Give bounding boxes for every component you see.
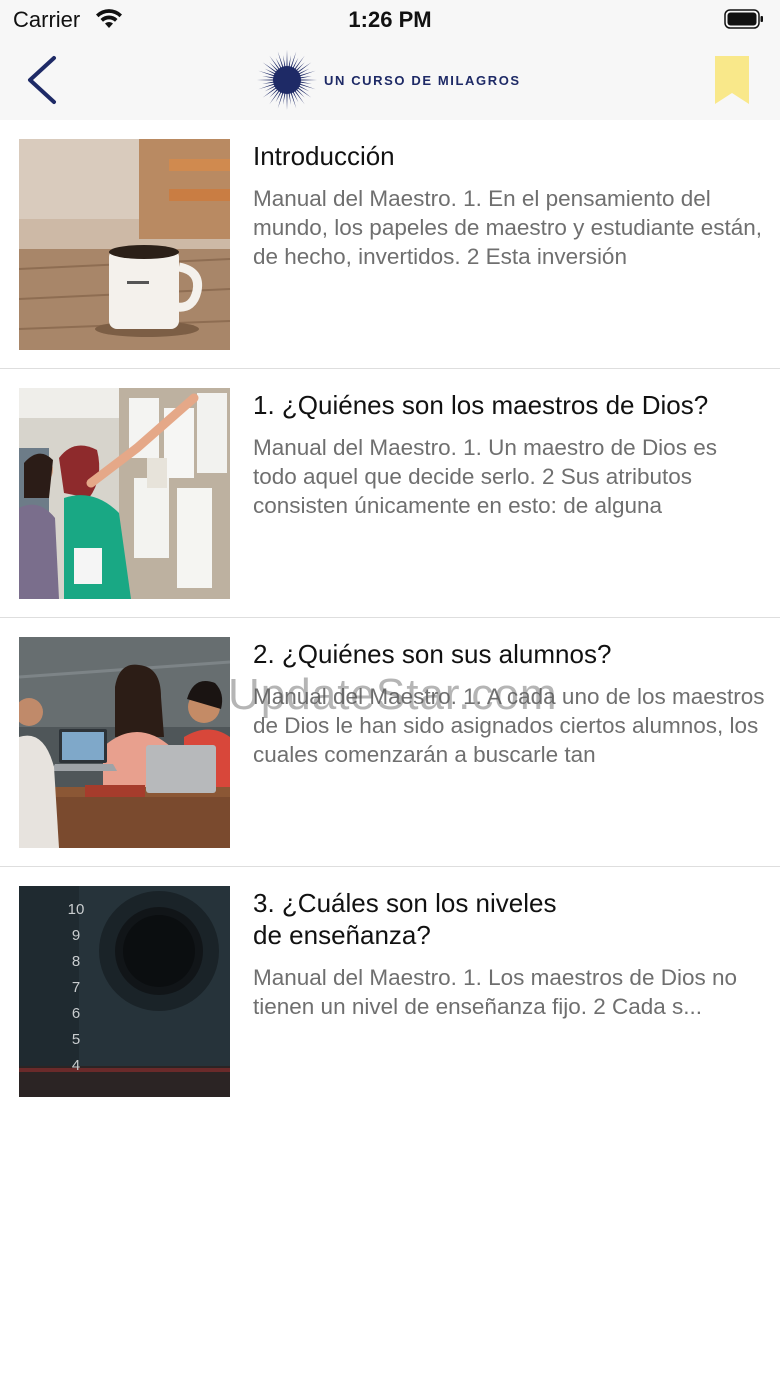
battery-icon [724,9,763,29]
coffee-mug-thumbnail [19,139,230,350]
teacher-pointing-thumbnail [19,388,230,599]
chapter-list: Introducción Manual del Maestro. 1. En e… [0,120,780,1115]
chapter-title: 3. ¿Cuáles son los niveles de enseñanza? [253,887,763,951]
chapter-row[interactable]: 10 9 8 7 6 5 4 3. ¿Cuáles son los niveles de en… [0,867,780,1115]
rotary-dial-thumbnail: 10 9 8 7 6 5 4 [19,886,230,1097]
logo-text: UN CURSO DE MILAGROS [324,72,521,88]
dial-number: 5 [72,1031,80,1048]
bookmark-icon[interactable] [714,55,750,105]
chapter-title: 2. ¿Quiénes son sus alumnos? [253,639,612,669]
chapter-title: Introducción [253,141,395,171]
chapter-title-line: 3. ¿Cuáles son los niveles [253,888,557,918]
chapter-row[interactable]: Introducción Manual del Maestro. 1. En e… [0,120,780,369]
dial-number: 7 [72,979,80,996]
dial-number: 10 [68,901,85,918]
app-logo: UN CURSO DE MILAGROS [256,50,521,110]
clock: 1:26 PM [348,7,432,32]
dial-number: 9 [72,927,80,944]
chapter-row[interactable]: 1. ¿Quiénes son los maestros de Dios? Ma… [0,369,780,618]
status-bar: Carrier 1:26 PM [0,0,780,40]
chapter-description: Manual del Maestro. 1. A cada uno de los… [253,684,765,767]
back-chevron-icon[interactable] [22,54,62,106]
dial-number: 6 [72,1005,80,1022]
chapter-title: 1. ¿Quiénes son los maestros de Dios? [253,390,709,420]
dial-number: 4 [72,1057,80,1074]
students-laptops-thumbnail [19,637,230,848]
chapter-description: Manual del Maestro. 1. Los maestros de D… [253,965,737,1019]
sunburst-logo-icon [257,50,317,110]
chapter-title-line: de enseñanza? [253,920,431,950]
dial-number: 8 [72,953,80,970]
navigation-bar: UN CURSO DE MILAGROS [0,40,780,120]
chapter-description: Manual del Maestro. 1. Un maestro de Dio… [253,435,717,518]
chapter-row[interactable]: 2. ¿Quiénes son sus alumnos? Manual del … [0,618,780,867]
chapter-description: Manual del Maestro. 1. En el pensamiento… [253,186,763,269]
